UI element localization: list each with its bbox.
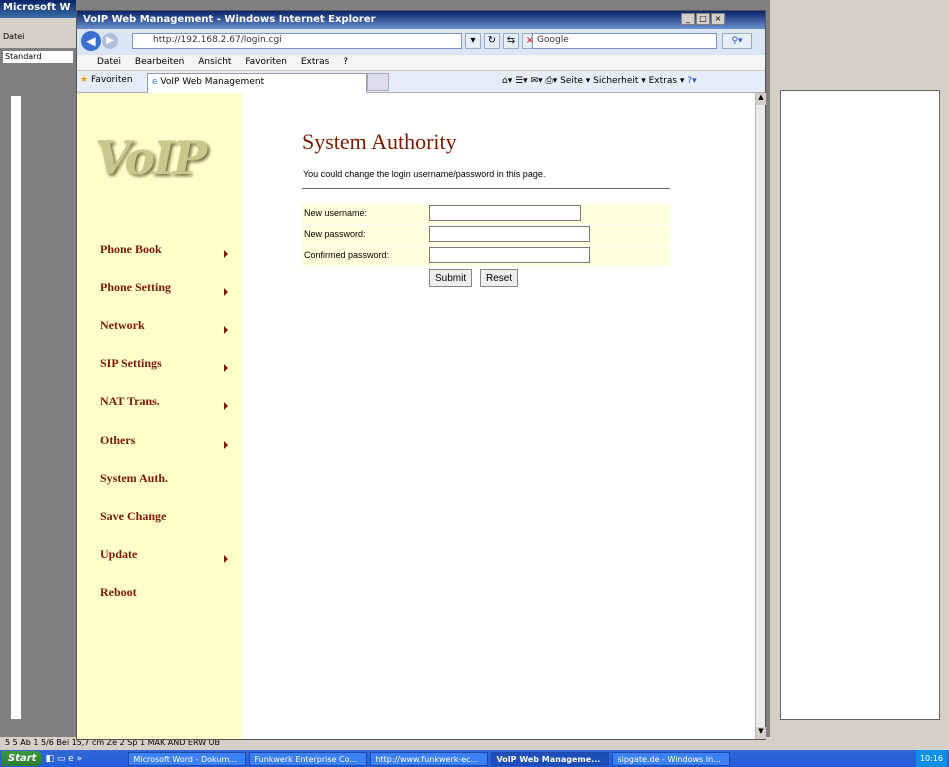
- taskbar-item[interactable]: VoIP Web Manageme...: [491, 751, 610, 766]
- main-content: System Authority You could change the lo…: [242, 93, 755, 739]
- scroll-up-icon[interactable]: ▲: [756, 93, 766, 105]
- taskbar-item[interactable]: http://www.funkwerk-ec...: [370, 751, 489, 766]
- username-label: New username:: [304, 208, 368, 218]
- back-icon[interactable]: ◀: [81, 31, 101, 51]
- tab-voip-web-management[interactable]: e VoIP Web Management: [147, 73, 367, 93]
- ie-menu-bar: Datei Bearbeiten Ansicht Favoriten Extra…: [77, 55, 765, 71]
- chevron-right-icon: [224, 441, 228, 449]
- password-row: New password:: [302, 225, 670, 245]
- reset-button[interactable]: Reset: [480, 269, 519, 287]
- sidebar: VoIP Phone Book Phone Setting Network SIP S…: [77, 93, 242, 739]
- home-icon[interactable]: ⌂▾: [502, 76, 512, 86]
- new-password-field[interactable]: [429, 226, 590, 242]
- web-page: VoIP Phone Book Phone Setting Network SIP S…: [77, 93, 755, 739]
- sidebar-item-save-change[interactable]: Save Change: [100, 509, 166, 524]
- chevron-right-icon: [224, 555, 228, 563]
- password-label: New password:: [304, 229, 366, 239]
- taskbar-item[interactable]: sipgate.de - Windows In...: [612, 751, 731, 766]
- confirm-password-label: Confirmed password:: [304, 250, 390, 260]
- submit-button[interactable]: Submit: [429, 269, 473, 287]
- taskbar-items: Microsoft Word - Dokum... Funkwerk Enterp…: [128, 751, 731, 766]
- search-icon[interactable]: ⚲▾: [722, 33, 752, 49]
- feeds-icon[interactable]: ☰▾: [515, 76, 528, 86]
- voip-logo: VoIP: [95, 131, 207, 185]
- sidebar-item-update[interactable]: Update: [100, 547, 137, 562]
- ie-title-bar: VoIP Web Management - Windows Internet E…: [77, 11, 765, 29]
- ie-window: VoIP Web Management - Windows Internet E…: [76, 10, 766, 740]
- favorites-bar: ★ Favoriten e VoIP Web Management ⌂▾ ☰▾ …: [77, 71, 765, 93]
- menu-extras[interactable]: Extras: [301, 57, 329, 67]
- close-icon[interactable]: ×: [711, 13, 725, 25]
- sidebar-item-network[interactable]: Network: [100, 318, 145, 333]
- refresh-icon[interactable]: ↻: [484, 33, 500, 49]
- tab-label: VoIP Web Management: [160, 77, 265, 87]
- username-row: New username:: [302, 204, 670, 224]
- word-title-bar: Microsoft W: [0, 0, 76, 18]
- chevron-right-icon: [224, 364, 228, 372]
- menu-ansicht[interactable]: Ansicht: [198, 57, 231, 67]
- address-input[interactable]: http://192.168.2.67/login.cgi: [132, 33, 462, 49]
- taskbar-item[interactable]: Microsoft Word - Dokum...: [128, 751, 247, 766]
- print-icon[interactable]: ⎙▾: [546, 76, 558, 86]
- page-title: System Authority: [302, 129, 457, 154]
- chevron-right-icon: [224, 288, 228, 296]
- sidebar-item-system-auth[interactable]: System Auth.: [100, 471, 168, 486]
- compat-icon[interactable]: ⇆: [503, 33, 519, 49]
- ie-window-controls: _ □ ×: [681, 13, 725, 25]
- sidebar-item-phone-book[interactable]: Phone Book: [100, 242, 162, 257]
- quicklaunch-icons[interactable]: ◧ ▭ e »: [45, 754, 125, 764]
- sidebar-item-phone-setting[interactable]: Phone Setting: [100, 280, 171, 295]
- forward-icon[interactable]: ▶: [102, 33, 118, 49]
- menu-bearbeiten[interactable]: Bearbeiten: [135, 57, 184, 67]
- new-username-field[interactable]: [429, 205, 581, 221]
- command-menus[interactable]: Seite ▾ Sicherheit ▾ Extras ▾: [560, 76, 684, 86]
- sidebar-item-reboot[interactable]: Reboot: [100, 585, 137, 600]
- word-menu-file[interactable]: Datei: [3, 32, 24, 41]
- divider: [302, 188, 670, 189]
- word-vertical-ruler: [10, 95, 22, 720]
- confirm-password-row: Confirmed password:: [302, 246, 670, 266]
- system-tray: 10:16: [915, 750, 947, 767]
- menu-help[interactable]: ?: [343, 57, 348, 67]
- dropdown-icon[interactable]: ▾: [465, 33, 481, 49]
- maximize-icon[interactable]: □: [696, 13, 710, 25]
- taskbar-item[interactable]: Funkwerk Enterprise Co...: [249, 751, 368, 766]
- menu-favoriten[interactable]: Favoriten: [245, 57, 287, 67]
- sidebar-item-others[interactable]: Others: [100, 433, 135, 448]
- ie-page-icon: e: [152, 77, 158, 87]
- scroll-down-icon[interactable]: ▼: [756, 727, 766, 739]
- search-input[interactable]: Google: [532, 33, 717, 49]
- menu-datei[interactable]: Datei: [97, 57, 121, 67]
- clock: 10:16: [919, 754, 943, 763]
- word-toolbar: Datei: [0, 18, 76, 48]
- word-style-select[interactable]: Standard: [2, 50, 74, 64]
- command-bar: ⌂▾ ☰▾ ✉▾ ⎙▾ Seite ▾ Sicherheit ▾ Extras …: [502, 76, 697, 86]
- address-buttons: ▾ ↻ ⇆ ×: [465, 33, 538, 49]
- help-icon[interactable]: ?▾: [687, 76, 696, 86]
- minimize-icon[interactable]: _: [681, 13, 695, 25]
- right-document-area: [780, 90, 940, 720]
- chevron-right-icon: [224, 402, 228, 410]
- confirmed-password-field[interactable]: [429, 247, 590, 263]
- sidebar-item-nat-trans[interactable]: NAT Trans.: [100, 394, 160, 409]
- address-toolbar: ◀ ▶ http://192.168.2.67/login.cgi ▾ ↻ ⇆ …: [77, 29, 765, 55]
- favorites-button[interactable]: ★ Favoriten: [80, 75, 133, 85]
- page-description: You could change the login username/pass…: [303, 169, 546, 179]
- chevron-right-icon: [224, 326, 228, 334]
- new-tab-button[interactable]: [367, 73, 389, 91]
- start-button[interactable]: Start: [2, 751, 43, 766]
- mail-icon[interactable]: ✉▾: [531, 76, 543, 86]
- favorites-label: Favoriten: [90, 75, 133, 85]
- taskbar: Start ◧ ▭ e » Microsoft Word - Dokum... F…: [0, 750, 949, 767]
- star-icon: ★: [80, 75, 89, 85]
- vertical-scrollbar[interactable]: ▲ ▼: [755, 93, 766, 739]
- chevron-right-icon: [224, 250, 228, 258]
- ie-title-text: VoIP Web Management - Windows Internet E…: [83, 14, 376, 25]
- sidebar-item-sip-settings[interactable]: SIP Settings: [100, 356, 162, 371]
